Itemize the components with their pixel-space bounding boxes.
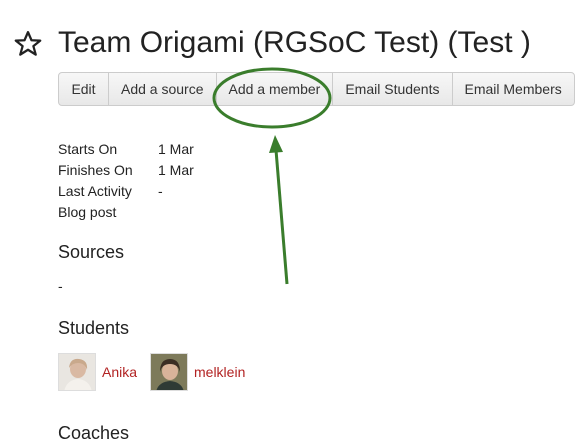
email-students-button[interactable]: Email Students: [333, 73, 453, 105]
action-button-group: Edit Add a source Add a member Email Stu…: [58, 72, 575, 106]
add-source-button[interactable]: Add a source: [109, 73, 217, 105]
finishes-on-row: Finishes On 1 Mar: [58, 160, 194, 181]
page-title: Team Origami (RGSoC Test) (Test ): [58, 26, 531, 59]
team-details: Starts On 1 Mar Finishes On 1 Mar Last A…: [58, 139, 194, 223]
sources-heading: Sources: [58, 242, 125, 262]
blog-post-row: Blog post: [58, 202, 194, 223]
blog-post-label: Blog post: [58, 204, 117, 220]
edit-button[interactable]: Edit: [59, 73, 109, 105]
avatar[interactable]: [150, 353, 188, 391]
finishes-on-label: Finishes On: [58, 162, 133, 178]
sources-empty-text: -: [58, 278, 63, 294]
starts-on-row: Starts On 1 Mar: [58, 139, 194, 160]
student-item: melklein: [150, 352, 245, 392]
arrow-head-icon: [269, 135, 283, 153]
add-member-button[interactable]: Add a member: [217, 73, 334, 105]
student-link[interactable]: melklein: [194, 364, 245, 380]
finishes-on-value: 1 Mar: [158, 162, 194, 178]
students-heading: Students: [58, 318, 130, 338]
team-page: Team Origami (RGSoC Test) (Test ) Edit A…: [0, 0, 583, 444]
last-activity-value: -: [158, 183, 163, 199]
star-outline-icon[interactable]: [13, 29, 43, 59]
student-link[interactable]: Anika: [102, 364, 137, 380]
coaches-heading: Coaches: [58, 423, 130, 443]
arrow-shaft: [274, 149, 289, 285]
student-item: Anika: [58, 352, 137, 392]
last-activity-label: Last Activity: [58, 183, 132, 199]
student-photo-icon: [59, 354, 95, 390]
starts-on-label: Starts On: [58, 141, 118, 157]
email-members-button[interactable]: Email Members: [453, 73, 574, 105]
starts-on-value: 1 Mar: [158, 141, 194, 157]
avatar[interactable]: [58, 353, 96, 391]
student-photo-icon: [151, 354, 187, 390]
last-activity-row: Last Activity -: [58, 181, 194, 202]
